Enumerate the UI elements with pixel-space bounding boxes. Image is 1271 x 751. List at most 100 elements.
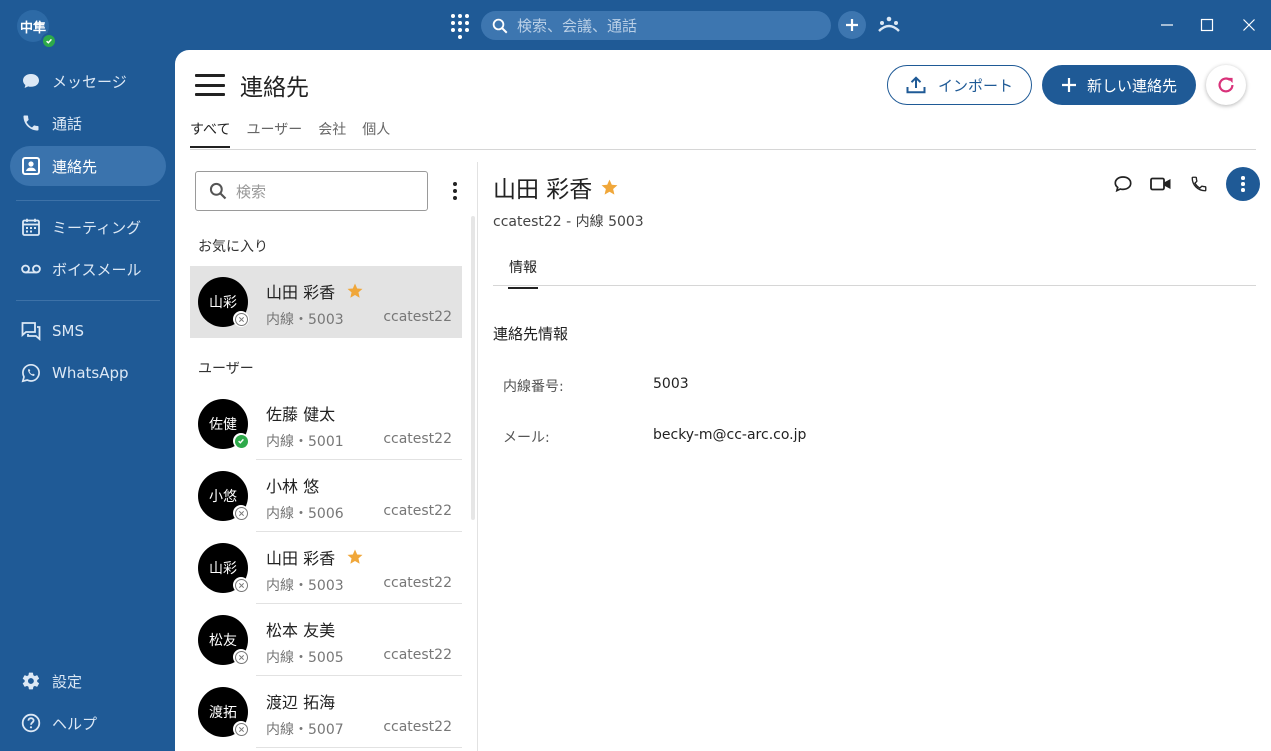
detail-subtitle: ccatest22 - 内線 5003 (493, 214, 644, 230)
list-divider (256, 747, 462, 748)
contact-list-item[interactable]: 小悠 小林 悠 内線・5006 ccatest22 (190, 460, 462, 532)
avatar-initials: 松友 (209, 633, 237, 649)
avatar-initials: 山彩 (209, 561, 237, 577)
contact-list-item[interactable]: 山彩 山田 彩香 内線・5003 ccatest22 (190, 266, 462, 338)
sidebar-item-label: ボイスメール (52, 260, 142, 279)
page-title: 連絡先 (240, 75, 309, 101)
extension-value: 5003 (653, 376, 689, 392)
contact-search-placeholder: 検索 (236, 182, 267, 201)
more-actions-button[interactable] (1226, 167, 1260, 201)
refresh-icon (1218, 77, 1234, 93)
refresh-button[interactable] (1206, 65, 1246, 105)
dialpad-icon[interactable] (450, 13, 470, 39)
contact-company: ccatest22 (383, 309, 452, 325)
status-offline-icon (233, 311, 249, 327)
sidebar-item-calls[interactable]: 通話 (10, 103, 166, 143)
extension-label: 内線番号: (503, 379, 564, 395)
phone-icon (21, 113, 41, 133)
sms-icon (21, 321, 41, 341)
status-offline-icon (233, 577, 249, 593)
title-bar: 中隼 検索、会議、通話 (0, 0, 1271, 50)
video-call-button[interactable] (1142, 167, 1180, 201)
sidebar-item-help[interactable]: ヘルプ (10, 703, 166, 743)
calendar-icon (21, 217, 41, 237)
sidebar-item-label: SMS (52, 322, 84, 340)
tabs-divider (190, 149, 1256, 150)
tab-personal[interactable]: 個人 (362, 120, 390, 148)
user-status-online-icon (41, 33, 57, 49)
search-icon (492, 18, 508, 33)
sidebar-item-sms[interactable]: SMS (10, 311, 166, 351)
favorites-section-label: お気に入り (198, 239, 268, 255)
add-button[interactable] (838, 11, 866, 39)
list-scrollbar[interactable] (471, 216, 475, 520)
tab-all[interactable]: すべて (190, 120, 231, 148)
sidebar-item-label: WhatsApp (52, 364, 129, 382)
chat-button[interactable] (1104, 167, 1142, 201)
sidebar-item-label: ミーティング (52, 218, 142, 237)
column-divider (477, 162, 478, 751)
more-options-icon[interactable] (445, 178, 465, 204)
contact-list-item[interactable]: 佐健 佐藤 健太 内線・5001 ccatest22 (190, 388, 462, 460)
contact-company: ccatest22 (383, 431, 452, 447)
status-offline-icon (233, 505, 249, 521)
contact-name: 松本 友美 (266, 621, 336, 640)
sidebar-item-whatsapp[interactable]: WhatsApp (10, 353, 166, 393)
contact-company: ccatest22 (383, 503, 452, 519)
plus-icon (1061, 77, 1077, 93)
video-camera-icon (1150, 177, 1171, 191)
search-icon (209, 182, 227, 200)
avatar-initials: 小悠 (209, 489, 237, 505)
minimize-button[interactable] (1154, 12, 1180, 38)
global-search-placeholder: 検索、会議、通話 (517, 17, 638, 35)
contact-list-item[interactable]: 松友 松本 友美 内線・5005 ccatest22 (190, 604, 462, 676)
contact-company: ccatest22 (383, 719, 452, 735)
tab-company[interactable]: 会社 (318, 120, 346, 148)
sidebar-item-messages[interactable]: メッセージ (10, 61, 166, 101)
sidebar-item-contacts[interactable]: 連絡先 (10, 146, 166, 186)
sidebar-item-label: 通話 (52, 114, 83, 133)
whatsapp-icon (21, 363, 41, 383)
users-section-label: ユーザー (198, 361, 254, 377)
chat-icon (1114, 176, 1132, 193)
detail-name-text: 山田 彩香 (493, 177, 593, 203)
sidebar-item-label: 設定 (52, 672, 83, 691)
contact-search-input[interactable]: 検索 (195, 171, 428, 211)
contact-list-item[interactable]: 渡拓 渡辺 拓海 内線・5007 ccatest22 (190, 676, 462, 748)
contact-filter-tabs: すべて ユーザー 会社 個人 (190, 120, 406, 150)
contact-extension: 内線・5005 (266, 650, 344, 666)
close-window-button[interactable] (1236, 12, 1262, 38)
avatar-initials: 山彩 (209, 295, 237, 311)
detail-contact-name: 山田 彩香 (493, 170, 619, 204)
favorite-star-icon (346, 548, 364, 566)
tab-users[interactable]: ユーザー (246, 120, 302, 148)
contact-name: 小林 悠 (266, 477, 320, 496)
main-panel: 連絡先 インポート 新しい連絡先 すべて ユーザー 会社 個人 検索 お気に入り… (175, 50, 1271, 751)
new-contact-button-label: 新しい連絡先 (1086, 76, 1177, 95)
email-value: becky-m@cc-arc.co.jp (653, 427, 807, 443)
contact-company: ccatest22 (383, 647, 452, 663)
status-offline-icon (233, 721, 249, 737)
favorite-star-icon[interactable] (600, 178, 619, 197)
status-online-icon (233, 433, 249, 449)
sidebar-divider (16, 200, 160, 201)
voice-call-button[interactable] (1180, 167, 1218, 201)
sidebar-item-voicemail[interactable]: ボイスメール (10, 249, 166, 289)
new-contact-button[interactable]: 新しい連絡先 (1042, 65, 1196, 105)
contact-info-heading: 連絡先情報 (493, 325, 569, 343)
hangup-hand-icon[interactable] (876, 13, 902, 37)
contact-list-item[interactable]: 山彩 山田 彩香 内線・5003 ccatest22 (190, 532, 462, 604)
contact-name: 山田 彩香 (266, 283, 336, 302)
gear-icon (21, 671, 41, 691)
sidebar-item-settings[interactable]: 設定 (10, 661, 166, 701)
contact-name: 渡辺 拓海 (266, 693, 336, 712)
import-button[interactable]: インポート (887, 65, 1032, 105)
favorite-star-icon (346, 282, 364, 300)
global-search-input[interactable]: 検索、会議、通話 (481, 11, 831, 40)
maximize-icon (1200, 18, 1214, 32)
voicemail-icon (21, 259, 41, 279)
maximize-button[interactable] (1194, 12, 1220, 38)
menu-hamburger-icon[interactable] (195, 74, 225, 96)
plus-icon (846, 19, 858, 31)
sidebar-item-meetings[interactable]: ミーティング (10, 207, 166, 247)
